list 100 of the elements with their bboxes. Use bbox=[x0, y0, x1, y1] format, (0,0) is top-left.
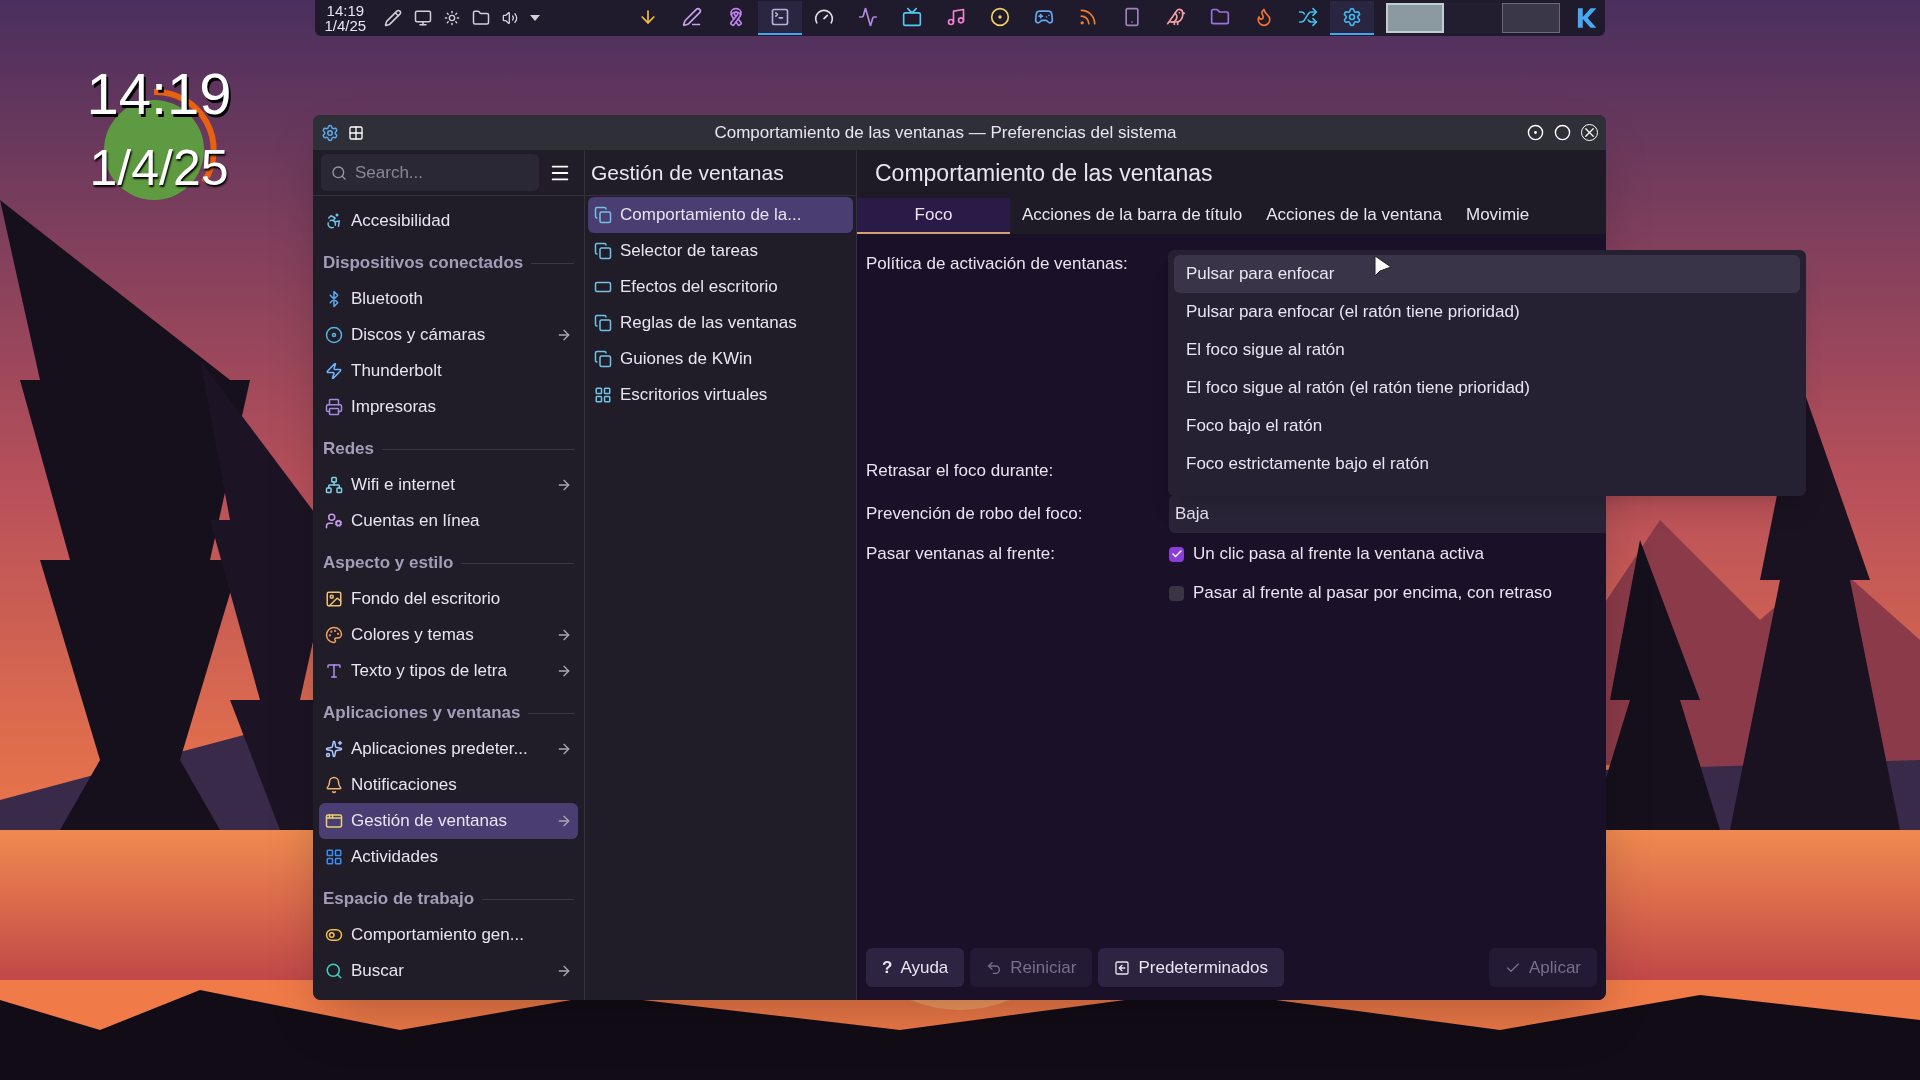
field-label: Política de activación de ventanas: bbox=[866, 253, 1129, 275]
section-heading: Espacio de trabajo bbox=[323, 888, 475, 911]
arrow-left-icon bbox=[1114, 959, 1131, 976]
sidebar-item[interactable]: Gestión de ventanas bbox=[319, 803, 578, 839]
terminal-icon bbox=[769, 7, 790, 27]
search-icon bbox=[331, 165, 347, 181]
dropdown-option[interactable]: Pulsar para enfocar (el ratón tiene prioridad) bbox=[1174, 293, 1800, 331]
tab[interactable]: Movimie bbox=[1454, 198, 1542, 234]
letter-icon bbox=[325, 662, 343, 680]
network-icon bbox=[325, 476, 343, 494]
column-title: Gestión de ventanas bbox=[591, 159, 784, 186]
sun-icon[interactable] bbox=[443, 10, 460, 26]
maximize-icon[interactable] bbox=[1554, 124, 1571, 141]
folder-icon[interactable] bbox=[471, 9, 490, 27]
section-heading: Dispositivos conectados bbox=[323, 252, 524, 275]
circle-icon bbox=[989, 7, 1010, 27]
subpage-item[interactable]: Escritorios virtuales bbox=[588, 377, 853, 413]
windows-icon bbox=[594, 242, 612, 260]
subpage-item[interactable]: Guiones de KWin bbox=[588, 341, 853, 377]
squares-icon bbox=[594, 386, 612, 404]
image-icon bbox=[325, 590, 343, 608]
minimize-icon[interactable] bbox=[1527, 124, 1544, 141]
grid-icon[interactable] bbox=[348, 124, 364, 141]
gauge-icon bbox=[813, 7, 834, 27]
windows-icon bbox=[594, 314, 612, 332]
subpage-item[interactable]: Reglas de las ventanas bbox=[588, 305, 853, 341]
field-label: Retrasar el foco durante: bbox=[866, 460, 1054, 483]
volume-icon[interactable] bbox=[501, 10, 518, 26]
task-button[interactable] bbox=[1329, 1, 1374, 35]
defaults-button[interactable]: Predeterminados bbox=[1098, 948, 1284, 987]
search-icon bbox=[325, 962, 343, 980]
shuffle-icon bbox=[1297, 7, 1318, 27]
section-heading: Aspecto y estilo bbox=[323, 552, 454, 575]
music-icon bbox=[945, 7, 966, 27]
sidebar-item[interactable]: Colores y temas bbox=[319, 617, 578, 653]
bird-icon bbox=[1165, 7, 1186, 27]
panel-clock[interactable]: 14:19 1/4/25 bbox=[321, 3, 370, 33]
checkbox-label: Pasar al frente al pasar por encima, con retraso bbox=[1193, 582, 1553, 605]
monitor-icon[interactable] bbox=[413, 9, 432, 27]
lightning-icon bbox=[325, 362, 343, 380]
sparkle-icon bbox=[325, 740, 343, 758]
sidebar-item[interactable]: Notificaciones bbox=[319, 767, 578, 803]
windows-icon bbox=[325, 812, 343, 830]
question-mark-icon: ? bbox=[882, 954, 893, 981]
windows-icon bbox=[594, 206, 612, 224]
pen-icon[interactable] bbox=[383, 9, 402, 27]
tab[interactable]: Foco bbox=[857, 198, 1010, 234]
checkbox[interactable] bbox=[1169, 585, 1184, 601]
subpage-item[interactable]: Selector de tareas bbox=[588, 233, 853, 269]
pen-icon bbox=[681, 7, 702, 27]
tab[interactable]: Acciones de la barra de título bbox=[1010, 198, 1255, 234]
folder-icon bbox=[1209, 7, 1230, 27]
section-heading: Aplicaciones y ventanas bbox=[323, 702, 521, 725]
printer-icon bbox=[325, 398, 343, 416]
task-button[interactable] bbox=[757, 1, 802, 35]
gear-icon bbox=[325, 512, 343, 530]
field-label: Prevención de robo del foco: bbox=[866, 503, 1084, 526]
subpage-item[interactable]: Efectos del escritorio bbox=[588, 269, 853, 305]
sidebar-item[interactable]: Wifi e internet bbox=[319, 467, 578, 503]
caret-icon[interactable] bbox=[529, 15, 540, 21]
squares-icon bbox=[325, 848, 343, 866]
activity-icon bbox=[857, 7, 878, 27]
cursor-icon bbox=[1374, 255, 1392, 279]
settings-icon[interactable] bbox=[321, 123, 339, 142]
sidebar-item[interactable]: Accesibilidad bbox=[319, 203, 578, 239]
windows-icon bbox=[594, 350, 612, 368]
sidebar-item[interactable]: Actividades bbox=[319, 839, 578, 875]
subpage-item[interactable]: Comportamiento de la... bbox=[588, 197, 853, 233]
dropdown-option[interactable]: Foco bajo el ratón bbox=[1174, 407, 1800, 445]
sidebar-item[interactable]: Fondo del escritorio bbox=[319, 581, 578, 617]
desktop-thumbnail[interactable] bbox=[1501, 3, 1560, 33]
sidebar-item[interactable]: Buscar bbox=[319, 953, 578, 989]
sidebar-item[interactable]: Bluetooth bbox=[319, 281, 578, 317]
sidebar-item[interactable]: Comportamiento gen... bbox=[319, 917, 578, 953]
gamepad-icon bbox=[1033, 7, 1054, 27]
sidebar-item[interactable]: Cuentas en línea bbox=[319, 503, 578, 539]
accessibility-icon bbox=[325, 212, 343, 230]
dropdown-option[interactable]: El foco sigue al ratón bbox=[1174, 331, 1800, 369]
checkbox-label: Un clic pasa al frente la ventana activa bbox=[1193, 543, 1485, 566]
bell-icon bbox=[325, 776, 343, 794]
disc-icon bbox=[325, 326, 343, 344]
page-title: Comportamiento de las ventanas bbox=[875, 158, 1213, 188]
dropdown[interactable]: Baja bbox=[1169, 495, 1606, 533]
sidebar-item[interactable]: Texto y tipos de letra bbox=[319, 653, 578, 689]
desktop-thumbnail[interactable] bbox=[1443, 3, 1502, 33]
dropdown-option[interactable]: El foco sigue al ratón (el ratón tiene prioridad) bbox=[1174, 369, 1800, 407]
undo-icon bbox=[986, 959, 1003, 976]
sidebar-item[interactable]: Aplicaciones predeter... bbox=[319, 731, 578, 767]
dropdown-option[interactable]: Foco estrictamente bajo el ratón bbox=[1174, 445, 1800, 483]
tv-icon bbox=[901, 7, 922, 27]
sidebar-item[interactable]: Discos y cámaras bbox=[319, 317, 578, 353]
window-title: Comportamiento de las ventanas — Preferencias del sistema bbox=[713, 121, 1178, 144]
section-heading: Redes bbox=[323, 438, 375, 461]
dropdown-option[interactable]: Pulsar para enfocar bbox=[1174, 255, 1800, 293]
search-field[interactable]: Search... bbox=[321, 154, 539, 191]
help-button[interactable]: ? Ayuda bbox=[866, 948, 965, 987]
tab[interactable]: Acciones de la ventana bbox=[1254, 198, 1454, 234]
sidebar-item[interactable]: Thunderbolt bbox=[319, 353, 578, 389]
checkbox[interactable] bbox=[1169, 546, 1184, 562]
sidebar-item[interactable]: Impresoras bbox=[319, 389, 578, 425]
